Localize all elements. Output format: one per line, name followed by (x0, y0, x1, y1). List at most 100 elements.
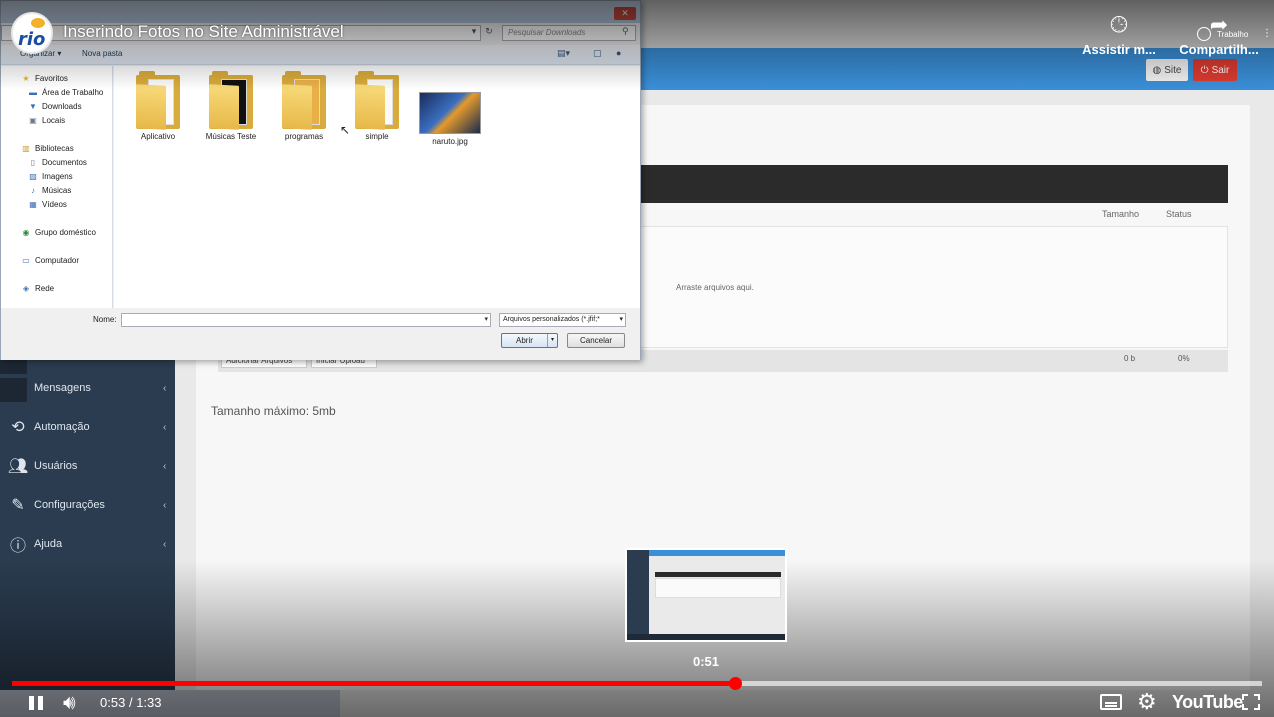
file-item-image[interactable]: naruto.jpg (415, 66, 485, 146)
sidebar-item-configuracoes[interactable]: ✎ Configurações ‹ (0, 492, 175, 518)
sidebar-item-label: Configurações (34, 499, 105, 511)
search-icon: ⚲ (622, 26, 629, 36)
gear-icon[interactable]: ⚙ (1137, 690, 1157, 714)
cancel-button[interactable]: Cancelar (567, 333, 625, 348)
watch-later-button[interactable]: 🕒︎ Assistir m... (1074, 12, 1164, 57)
sidebar-item-usuarios[interactable]: 👥︎ Usuários ‹ (0, 453, 175, 479)
nav-item-videos[interactable]: ▦ Vídeos (28, 200, 67, 209)
file-item-folder[interactable]: Músicas Teste (196, 71, 266, 141)
file-open-dialog: ✕ ▾ ↻ Pesquisar Downloads ⚲ Organizar ▾ … (0, 0, 641, 360)
folder-icon (209, 71, 253, 130)
search-input[interactable]: Pesquisar Downloads (502, 25, 636, 41)
site-button[interactable]: ◍ Site (1146, 59, 1188, 81)
sidebar-item-label: Automação (34, 421, 90, 433)
clock-icon: 🕒︎ (1110, 12, 1128, 37)
file-name-label: Nome: (93, 315, 117, 324)
dialog-close-button[interactable]: ✕ (614, 7, 636, 20)
nav-item-imagens[interactable]: ▨ Imagens (28, 172, 72, 181)
sidebar-item-label: Usuários (34, 460, 78, 472)
sidebar-item-label: Ajuda (34, 538, 63, 550)
history-icon: ⟲ (11, 419, 25, 436)
nav-item-musicas[interactable]: ♪ Músicas (28, 186, 71, 195)
view-options-icon[interactable]: ▤▾ (557, 48, 570, 59)
share-label: Compartilh... (1179, 42, 1259, 57)
nav-item-bibliotecas[interactable]: ▥ Bibliotecas (21, 144, 73, 153)
folder-icon (136, 71, 180, 130)
file-item-folder[interactable]: simple (342, 71, 412, 141)
open-button[interactable]: Abrir ▾ (501, 333, 558, 348)
nav-item-computador[interactable]: ▭ Computador (21, 256, 79, 265)
youtube-logo[interactable]: YouTube (1172, 692, 1243, 713)
dialog-titlebar (1, 1, 640, 23)
file-type-select[interactable]: Arquivos personalizados (*.jfif;* ▾ (499, 313, 626, 327)
video-icon: ▦ (29, 200, 37, 209)
sidebar-item-ajuda[interactable]: ⓘ Ajuda ‹ (0, 531, 175, 557)
recent-places-icon: ▣ (29, 116, 37, 125)
file-item-folder[interactable]: Aplicativo (123, 71, 193, 141)
column-size: Tamanho (1102, 209, 1140, 219)
nav-item-locais[interactable]: ▣ Locais (28, 116, 65, 125)
desktop-icon: ▬ (29, 88, 37, 97)
preview-sidebar (627, 550, 649, 640)
scrub-preview-thumbnail (625, 548, 787, 642)
max-size-note: Tamanho máximo: 5mb (211, 404, 336, 418)
chevron-left-icon: ‹ (163, 499, 167, 511)
homegroup-icon: ◉ (22, 228, 30, 237)
computer-icon: ▭ (22, 256, 30, 265)
users-icon: 👥︎ (7, 458, 29, 475)
nav-item-grupo-domestico[interactable]: ◉ Grupo doméstico (21, 228, 96, 237)
file-name: Músicas Teste (205, 132, 257, 141)
chevron-left-icon: ‹ (163, 421, 167, 433)
refresh-icon[interactable]: ↻ (482, 26, 496, 40)
nav-item-downloads[interactable]: ▼ Downloads (28, 102, 82, 111)
subtitles-icon[interactable] (1100, 694, 1122, 710)
nav-item-favoritos[interactable]: ★ Favoritos (21, 74, 68, 83)
file-name: Aplicativo (140, 132, 176, 141)
power-icon: ⏻ (1200, 64, 1209, 76)
image-thumbnail (419, 92, 481, 134)
preview-pane-icon[interactable]: ▢ (593, 48, 602, 59)
fullscreen-icon[interactable] (1242, 694, 1260, 710)
channel-avatar[interactable]: rio (11, 12, 53, 54)
preview-time: 0:51 (692, 654, 720, 669)
folder-icon (355, 71, 399, 130)
progress-played (12, 681, 735, 686)
file-name-input[interactable]: ▾ (121, 313, 491, 327)
pause-icon (29, 696, 34, 710)
exit-button[interactable]: ⏻ Sair (1193, 59, 1237, 81)
column-status: Status (1166, 209, 1192, 219)
sidebar-item-automacao[interactable]: ⟲ Automação ‹ (0, 414, 175, 440)
new-folder-button[interactable]: Nova pasta (82, 49, 122, 58)
sidebar-item-label: Mensagens (34, 382, 91, 394)
sidebar-item-mensagens[interactable]: Mensagens ‹ (0, 375, 175, 401)
address-dropdown-icon[interactable]: ▾ (467, 26, 481, 40)
chevron-down-icon[interactable]: ▾ (484, 315, 488, 323)
chevron-left-icon: ‹ (163, 538, 167, 550)
nav-item-desktop[interactable]: ▬ Área de Trabalho (28, 88, 103, 97)
chevron-left-icon: ‹ (163, 460, 167, 472)
document-icon: ▯ (30, 158, 36, 167)
chevron-down-icon[interactable]: ▾ (547, 334, 557, 347)
download-folder-icon: ▼ (29, 102, 37, 111)
volume-icon[interactable]: 🔊︎ (63, 693, 76, 713)
mouse-cursor-icon: ↖ (340, 123, 351, 137)
total-percent: 0% (1178, 354, 1190, 363)
preview-header (649, 550, 785, 556)
nav-item-documentos[interactable]: ▯ Documentos (28, 158, 87, 167)
file-item-folder[interactable]: programas (269, 71, 339, 141)
pause-button[interactable] (27, 694, 45, 712)
total-size: 0 b (1124, 354, 1136, 363)
nav-item-rede[interactable]: ◈ Rede (21, 284, 54, 293)
video-title[interactable]: Inserindo Fotos no Site Administrável (63, 22, 344, 42)
network-icon: ◈ (22, 284, 30, 293)
more-options-icon[interactable]: ⋮ (1262, 28, 1272, 39)
video-frame[interactable]: ◍ Site ⏻ Sair Tamanho Status Arraste arqui… (0, 0, 1274, 717)
pause-icon (38, 696, 43, 710)
preview-dark-bar (655, 572, 781, 577)
file-name: simple (365, 132, 389, 141)
time-display: 0:53 / 1:33 (100, 695, 162, 710)
help-icon[interactable]: ● (616, 48, 621, 58)
file-name: programas (284, 132, 324, 141)
progress-scrubber[interactable] (728, 677, 742, 690)
watch-later-label: Assistir m... (1082, 42, 1156, 57)
